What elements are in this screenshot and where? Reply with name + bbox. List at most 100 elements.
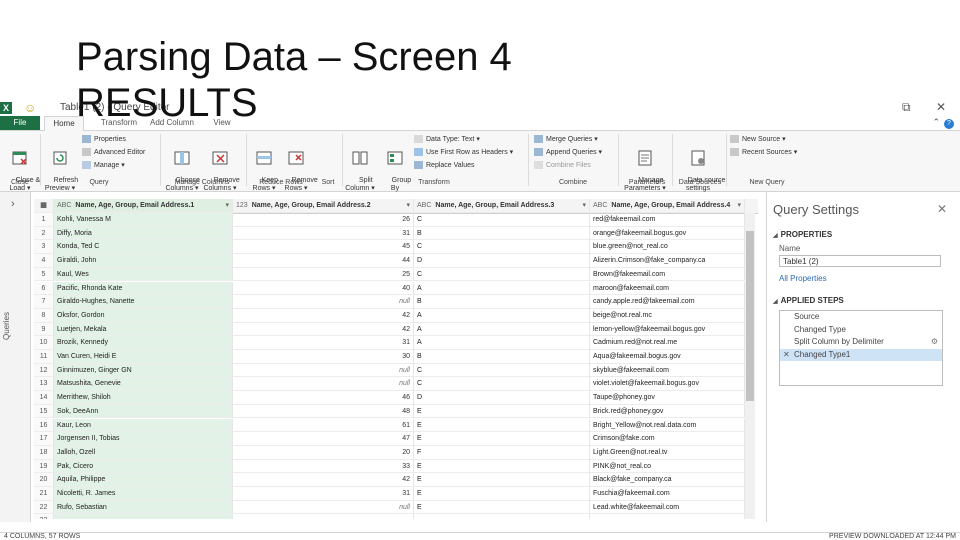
table-cell[interactable]: null [233,295,414,309]
table-cell[interactable]: Kohli, Vanessa M [54,213,233,227]
column-header[interactable]: ABC Name, Age, Group, Email Address.3 ▾ [414,199,590,213]
restore-icon[interactable]: ⧉ [902,100,911,115]
step-split-column[interactable]: Split Column by Delimiter ⚙ [780,336,942,349]
table-cell[interactable]: Van Curen, Heidi E [54,350,233,364]
group-by-button[interactable]: Group By [380,133,411,201]
table-cell[interactable] [233,514,414,519]
table-row[interactable]: 9 Luetjen, Mekala 42 Alemon-yellow@fakeemai… [34,322,758,337]
remove-rows-button[interactable]: Remove Rows ▾ [280,133,318,201]
table-cell[interactable]: A [414,336,590,350]
table-cell[interactable]: Diffy, Moria [54,226,233,241]
table-cell[interactable]: null [233,500,414,515]
table-cell[interactable]: Jorgensen II, Tobias [54,432,233,446]
table-cell[interactable]: C [414,363,590,378]
table-cell[interactable]: Rufo, Sebastian [54,500,233,515]
table-cell[interactable]: Cadmium.red@not.real.me [590,336,745,350]
table-cell[interactable]: Brozik, Kennedy [54,336,233,350]
table-cell[interactable]: Taupe@phoney.gov [590,391,745,405]
table-row[interactable]: 3 Konda, Ted C 45 Cblue.green@not_real.co [34,240,758,255]
table-cell[interactable]: 42 [233,322,414,337]
combine-files-button[interactable]: Combine Files [534,161,591,171]
table-cell[interactable]: C [414,240,590,255]
table-cell[interactable]: Pak, Cicero [54,459,233,474]
table-row[interactable]: 4 Giraldi, John 44 D Alizerin.Crimson@fake_c… [34,254,758,268]
table-row[interactable]: 6 Pacific, Rhonda Kate 40 Amaroon@fakeemail… [34,281,758,296]
table-row[interactable]: 18 Jalloh, Ozell 20 F Light.Green@not.real.t… [34,445,758,460]
table-cell[interactable]: Crimson@fake.com [590,432,745,446]
table-row[interactable]: 5 Kaul, Wes 25 C Brown@fakeemail.com [34,267,758,282]
tab-file[interactable]: File [0,116,40,130]
keep-rows-button[interactable]: Keep Rows ▾ [250,133,278,201]
table-cell[interactable]: Brown@fakeemail.com [590,267,745,282]
table-cell[interactable]: 31 [233,336,414,350]
table-cell[interactable]: 45 [233,240,414,255]
table-cell[interactable]: Pacific, Rhonda Kate [54,281,233,296]
help-icon[interactable]: ? [944,119,954,129]
column-filter-icon[interactable]: ▾ [225,199,229,212]
recent-sources-button[interactable]: Recent Sources ▾ [730,148,797,158]
table-cell[interactable]: Aqua@fakeemail.bogus.gov [590,350,745,364]
table-row[interactable]: 10 Brozik, Kennedy 31 A Cadmium.red@not.real… [34,336,758,350]
table-cell[interactable]: Giraldi, John [54,254,233,268]
table-cell[interactable]: Kaul, Wes [54,267,233,282]
data-source-settings-button[interactable]: Data source settings [676,133,725,201]
table-row[interactable]: 11 Van Curen, Heidi E 30 B Aqua@fakeemail.bo… [34,350,758,364]
split-column-button[interactable]: Split Column ▾ [344,133,376,201]
table-cell[interactable]: beige@not.real.mc [590,308,745,323]
table-cell[interactable]: E [414,404,590,419]
table-cell[interactable]: 31 [233,487,414,501]
table-cell[interactable]: E [414,418,590,433]
table-cell[interactable]: A [414,322,590,337]
all-properties-link[interactable]: All Properties [779,274,827,283]
table-cell[interactable]: B [414,226,590,241]
table-cell[interactable]: Bright_Yellow@not.real.data.com [590,418,745,433]
column-filter-icon[interactable]: ▾ [737,199,741,212]
table-cell[interactable]: Black@fake_company.ca [590,473,745,487]
table-cell[interactable]: maroon@fakeemail.com [590,281,745,296]
properties-button[interactable]: Properties [82,135,126,145]
table-cell[interactable]: 25 [233,267,414,282]
table-cell[interactable]: Luetjen, Mekala [54,322,233,337]
table-row[interactable]: 20 Aquila, Philippe 42 E Black@fake_company.… [34,473,758,487]
table-cell[interactable]: C [414,267,590,282]
table-cell[interactable]: E [414,432,590,446]
table-cell[interactable]: B [414,350,590,364]
table-row[interactable]: 21 Nicoletti, R. James 31 E Fuschia@fakeemai… [34,487,758,501]
table-cell[interactable]: Lead.white@fakeemail.com [590,500,745,515]
table-row[interactable]: 23 [34,514,758,519]
table-cell[interactable]: C [414,377,590,392]
table-cell[interactable] [54,514,233,519]
table-cell[interactable]: A [414,281,590,296]
step-source[interactable]: Source [780,311,942,324]
table-cell[interactable]: 47 [233,432,414,446]
table-row[interactable]: 15 Sok, DeeAnn 48 E Brick.red@phoney.gov [34,404,758,419]
table-row[interactable]: 22 Rufo, Sebastian null E Lead.white@fakeema… [34,500,758,515]
table-cell[interactable]: Alizerin.Crimson@fake_company.ca [590,254,745,268]
table-row[interactable]: 13 Matsushita, Genevie null Cviolet.violet@… [34,377,758,392]
step-changed-type1[interactable]: ✕ Changed Type1 [780,348,942,361]
table-cell[interactable]: Oksfor, Gordon [54,308,233,323]
table-cell[interactable]: Giraldo-Hughes, Nanette [54,295,233,309]
table-cell[interactable]: Kaur, Leon [54,418,233,433]
table-cell[interactable]: Ginnimuzen, Ginger GN [54,363,233,378]
select-all-cell[interactable]: ▦ [34,199,54,213]
table-cell[interactable]: D [414,391,590,405]
vertical-scrollbar[interactable] [745,213,755,519]
table-cell[interactable]: E [414,473,590,487]
table-cell[interactable]: E [414,487,590,501]
table-cell[interactable]: A [414,308,590,323]
data-grid[interactable]: ▦ ABC Name, Age, Group, Email Address.1 ▾ … [34,199,758,519]
type-abc-icon[interactable]: ABC [593,202,607,209]
table-cell[interactable]: Aquila, Philippe [54,473,233,487]
table-cell[interactable]: Konda, Ted C [54,240,233,255]
applied-steps-section[interactable]: ◢ APPLIED STEPS [773,296,844,305]
table-cell[interactable]: Brick.red@phoney.gov [590,404,745,419]
data-type-dropdown[interactable]: Data Type: Text ▾ [414,135,480,145]
table-cell[interactable]: 44 [233,254,414,268]
properties-section[interactable]: ◢ PROPERTIES [773,230,832,239]
manage-button[interactable]: Manage ▾ [82,161,125,171]
replace-values-button[interactable]: Replace Values [414,161,475,171]
type-abc-icon[interactable]: ABC [417,202,431,209]
table-cell[interactable]: red@fakeemail.com [590,213,745,227]
column-filter-icon[interactable]: ▾ [406,199,410,212]
